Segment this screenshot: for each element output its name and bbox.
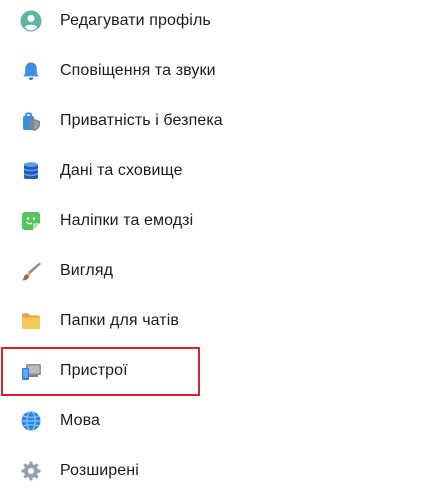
brush-icon	[20, 260, 42, 282]
menu-item-label: Наліпки та емодзі	[60, 212, 194, 229]
menu-item-label: Пристрої	[60, 362, 128, 379]
devices-icon	[20, 360, 42, 382]
menu-item-label: Мова	[60, 412, 101, 429]
gear-icon	[20, 460, 42, 482]
folder-icon	[20, 310, 42, 332]
menu-item-appearance[interactable]: Вигляд	[0, 246, 446, 296]
settings-menu: Редагувати профіль Сповіщення та звуки П…	[0, 0, 446, 493]
menu-item-label: Приватність і безпека	[60, 112, 223, 129]
menu-item-devices[interactable]: Пристрої	[0, 346, 446, 396]
menu-item-privacy[interactable]: Приватність і безпека	[0, 96, 446, 146]
database-icon	[20, 160, 42, 182]
menu-item-label: Розширені	[60, 462, 139, 479]
menu-item-chat-folders[interactable]: Папки для чатів	[0, 296, 446, 346]
menu-item-edit-profile[interactable]: Редагувати профіль	[0, 0, 446, 46]
sticker-icon	[20, 210, 42, 232]
menu-item-label: Редагувати профіль	[60, 12, 211, 29]
menu-item-notifications[interactable]: Сповіщення та звуки	[0, 46, 446, 96]
bell-icon	[20, 60, 42, 82]
person-icon	[20, 10, 42, 32]
menu-item-stickers-emoji[interactable]: Наліпки та емодзі	[0, 196, 446, 246]
menu-item-advanced[interactable]: Розширені	[0, 446, 446, 493]
globe-icon	[20, 410, 42, 432]
menu-item-label: Вигляд	[60, 262, 114, 279]
privacy-shield-icon	[20, 110, 42, 132]
menu-item-label: Папки для чатів	[60, 312, 179, 329]
menu-item-label: Сповіщення та звуки	[60, 62, 216, 79]
menu-item-language[interactable]: Мова	[0, 396, 446, 446]
menu-item-label: Дані та сховище	[60, 162, 183, 179]
menu-item-data-storage[interactable]: Дані та сховище	[0, 146, 446, 196]
